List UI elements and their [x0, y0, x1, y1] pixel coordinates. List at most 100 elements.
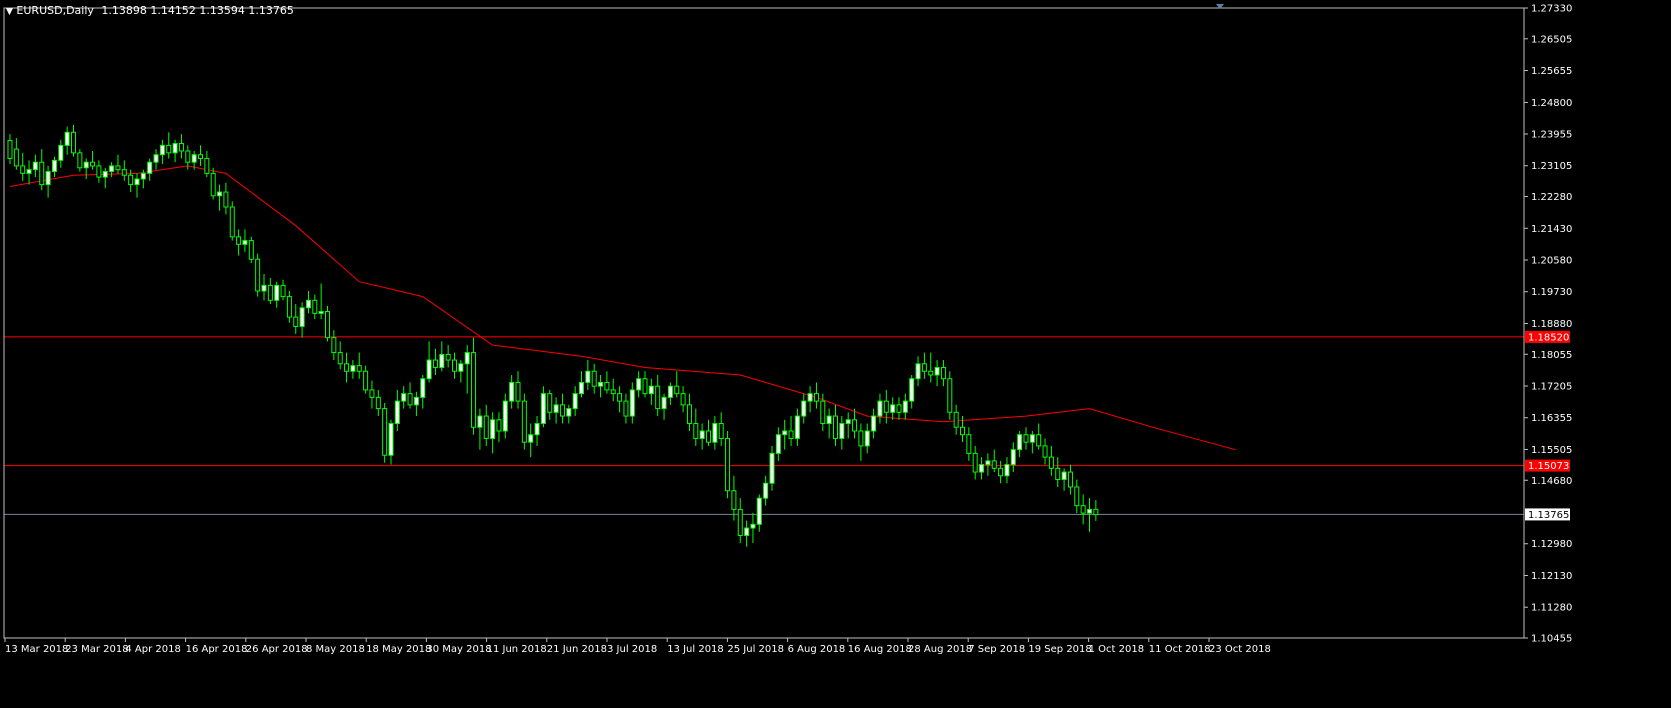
- x-tick-label: 21 Jun 2018: [547, 644, 607, 655]
- candle: [769, 445, 775, 491]
- candle: [337, 341, 343, 370]
- candle: [540, 386, 546, 428]
- candle: [388, 419, 394, 465]
- candle: [229, 201, 235, 241]
- candle-body-bear: [286, 296, 292, 318]
- candle: [13, 137, 19, 170]
- candle: [71, 124, 76, 157]
- y-tick-label: 1.18055: [1531, 350, 1572, 361]
- y-tick-label: 1.27330: [1531, 4, 1572, 15]
- candle: [1080, 494, 1086, 525]
- y-tick-label: 1.10455: [1531, 634, 1572, 645]
- candle-body-bear: [1067, 471, 1073, 488]
- candle: [223, 182, 229, 215]
- candle: [77, 149, 83, 172]
- x-tick-label: 11 Jun 2018: [487, 644, 547, 655]
- candle-body-bull: [413, 396, 419, 406]
- candle-body-bear: [280, 284, 286, 298]
- candle-body-bull: [915, 363, 921, 380]
- candle-body-bear: [833, 415, 838, 439]
- y-tick-label: 1.12980: [1531, 539, 1572, 550]
- candle: [1061, 468, 1067, 491]
- y-tick-label: 1.23955: [1531, 130, 1572, 141]
- candle-body-bull: [934, 367, 940, 376]
- candle: [998, 460, 1004, 484]
- candle: [928, 352, 934, 383]
- candle: [413, 391, 419, 417]
- x-tick-label: 23 Mar 2018: [65, 644, 128, 655]
- candle-body-bear: [229, 206, 235, 238]
- candle: [680, 386, 686, 413]
- candle: [953, 404, 959, 435]
- y-tick-label: 1.25655: [1531, 66, 1572, 77]
- candle: [128, 169, 134, 193]
- y-tick-label: 1.26505: [1531, 34, 1572, 45]
- candle-body-bear: [344, 363, 350, 372]
- candle-body-bull: [750, 523, 756, 529]
- candle-body-bull: [102, 171, 108, 178]
- candle-body-bull: [979, 464, 985, 473]
- candle: [636, 371, 642, 398]
- candle-body-bull: [299, 307, 305, 327]
- chart-container[interactable]: 1.18520 1.15073 1.13765 1.27330 1.26505 1.25…: [0, 0, 1671, 704]
- candle: [452, 352, 457, 379]
- y-tick-label: 1.19730: [1531, 287, 1572, 298]
- candle-body-bull: [1029, 434, 1035, 443]
- candle: [871, 408, 877, 439]
- candle: [788, 416, 794, 446]
- candle: [712, 416, 718, 450]
- collapse-arrow-icon[interactable]: ▼: [6, 7, 13, 17]
- candle: [255, 253, 261, 297]
- candle: [325, 305, 330, 342]
- candle: [585, 360, 591, 390]
- candle-body-bear: [960, 426, 965, 436]
- candle: [26, 160, 32, 185]
- y-tick-label: 1.24800: [1531, 98, 1572, 109]
- candle: [382, 402, 388, 463]
- candle-body-bear: [604, 381, 610, 391]
- candle: [1023, 427, 1029, 450]
- candle: [775, 427, 781, 461]
- candle-body-bull: [845, 419, 851, 425]
- candle-body-bull: [350, 365, 356, 372]
- candle: [972, 445, 978, 480]
- candle-body-bull: [1061, 471, 1067, 481]
- price-tag-label: 1.15073: [1528, 461, 1569, 472]
- candle-body-bull: [572, 393, 578, 410]
- candle-body-bull: [763, 482, 769, 499]
- x-tick-label: 23 Oct 2018: [1209, 644, 1271, 655]
- candle-body-bull: [64, 131, 70, 146]
- candle-body-bear: [883, 400, 889, 413]
- ohlc-quote: 1.13898 1.14152 1.13594 1.13765: [101, 4, 294, 17]
- candle: [318, 283, 324, 319]
- candle-body-bull: [58, 144, 64, 161]
- candle: [83, 158, 89, 179]
- candle: [528, 423, 534, 458]
- chart-header: ▼ EURUSD,Daily 1.13898 1.14152 1.13594 1…: [6, 4, 294, 17]
- price-tag-label: 1.18520: [1528, 332, 1569, 343]
- candle: [617, 386, 623, 413]
- candle-body-bear: [725, 437, 731, 492]
- plot-frame: [3, 7, 1525, 639]
- candle: [566, 404, 572, 424]
- candle-body-bull: [305, 299, 311, 309]
- candle-body-bear: [7, 140, 13, 159]
- candle-body-bear: [71, 131, 76, 154]
- candle: [674, 371, 680, 398]
- candle-body-bear: [210, 172, 216, 197]
- candle-body-bear: [680, 393, 686, 406]
- candle-body-bear: [121, 169, 127, 176]
- candle: [813, 382, 819, 409]
- candle: [178, 134, 184, 159]
- candle-body-bear: [788, 430, 794, 439]
- candle-body-bull: [782, 430, 788, 436]
- candle-body-bull: [769, 452, 775, 484]
- candle: [1010, 442, 1016, 473]
- candle-body-bear: [966, 434, 972, 454]
- candle-body-bear: [617, 393, 623, 402]
- price-chart[interactable]: 1.18520 1.15073 1.13765 1.27330 1.26505 1.25…: [0, 0, 1671, 704]
- y-tick-label: 1.12130: [1531, 571, 1572, 582]
- candle: [102, 167, 108, 189]
- candle-body-bear: [521, 400, 527, 443]
- candle: [623, 393, 629, 424]
